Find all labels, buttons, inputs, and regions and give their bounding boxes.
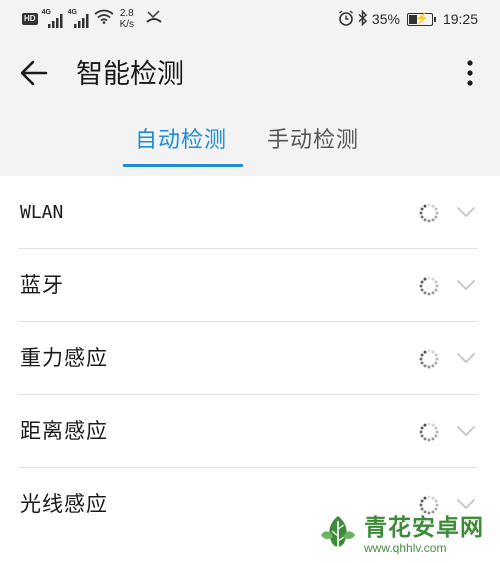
battery-percent: 35%: [371, 11, 400, 27]
more-options-button[interactable]: [458, 58, 482, 92]
list-item-bluetooth[interactable]: 蓝牙: [0, 249, 500, 322]
status-bar: HD 4G 4G 2.8 K/s 35% ⚡ 19:25: [0, 0, 500, 38]
active-tab-indicator: [123, 164, 243, 167]
more-vertical-icon: [467, 60, 473, 90]
network-speed: 2.8 K/s: [120, 8, 134, 30]
network-speed-value: 2.8: [119, 8, 134, 19]
signal-2-generation: 4G: [67, 9, 77, 16]
list-item-proximity-sensor[interactable]: 距离感应: [0, 395, 500, 468]
page-title: 智能检测: [76, 59, 184, 90]
network-speed-unit: K/s: [119, 19, 135, 30]
list-item-gravity-sensor[interactable]: 重力感应: [0, 322, 500, 395]
signal-1-icon: 4G: [41, 9, 64, 28]
tab-auto-detect[interactable]: 自动检测: [135, 126, 227, 156]
watermark-name: 青花安卓网: [364, 514, 484, 541]
list-item-wlan[interactable]: WLAN: [0, 176, 500, 249]
chevron-down-icon[interactable]: [456, 276, 476, 295]
battery-icon: ⚡: [406, 12, 436, 26]
tab-manual-detect[interactable]: 手动检测: [267, 126, 359, 156]
loading-spinner-icon: [418, 348, 440, 374]
app-toolbar: 智能检测: [0, 50, 500, 100]
signal-2-icon: 4G: [67, 9, 90, 28]
chevron-down-icon[interactable]: [456, 203, 476, 222]
watermark-text: 青花安卓网 www.qhhlv.com: [364, 514, 484, 555]
list-item-label: 重力感应: [20, 346, 108, 370]
alarm-icon: [338, 9, 354, 29]
list-item-label: 距离感应: [20, 419, 108, 443]
bluetooth-icon: [358, 9, 368, 29]
loading-spinner-icon: [418, 275, 440, 301]
list-item-label: 光线感应: [20, 492, 108, 516]
loading-spinner-icon: [418, 202, 440, 228]
loading-spinner-icon: [418, 421, 440, 447]
back-button[interactable]: [14, 57, 54, 93]
detection-list: WLAN 蓝牙 重力感应 距离感应 光线感应: [0, 176, 500, 541]
leaf-logo-icon: [318, 513, 358, 557]
arrow-left-icon: [19, 60, 49, 90]
status-bar-right: 35% ⚡ 19:25: [338, 8, 478, 30]
chevron-down-icon[interactable]: [456, 495, 476, 514]
tab-bar: 自动检测 手动检测: [0, 120, 500, 170]
clock-time: 19:25: [442, 11, 478, 27]
signal-1-generation: 4G: [41, 9, 51, 16]
hd-badge: HD: [22, 13, 38, 25]
chevron-down-icon[interactable]: [456, 349, 476, 368]
charging-icon: ⚡: [414, 12, 429, 25]
wifi-icon: [94, 9, 114, 29]
status-bar-left: HD 4G 4G 2.8 K/s: [22, 8, 162, 30]
chevron-down-icon[interactable]: [456, 422, 476, 441]
watermark-url: www.qhhlv.com: [364, 540, 447, 555]
missed-call-icon: [146, 9, 162, 29]
list-item-label: WLAN: [20, 202, 64, 223]
list-item-label: 蓝牙: [20, 273, 64, 297]
site-watermark: 青花安卓网 www.qhhlv.com: [318, 513, 484, 557]
